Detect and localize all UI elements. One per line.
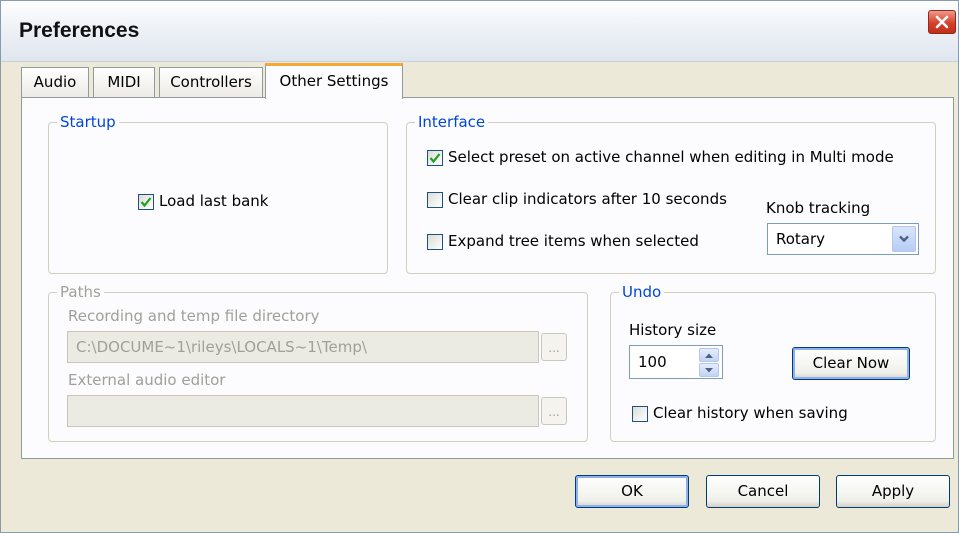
tab-midi[interactable]: MIDI xyxy=(93,67,155,97)
external-editor-browse-button[interactable]: ... xyxy=(541,397,567,425)
paths-legend: Paths xyxy=(57,282,104,302)
interface-legend: Interface xyxy=(415,112,489,132)
dropdown-button[interactable] xyxy=(892,226,916,252)
window-title: Preferences xyxy=(19,19,140,42)
chevron-down-icon xyxy=(899,235,909,243)
knob-tracking-value: Rotary xyxy=(776,230,826,248)
expand-tree-label[interactable]: Expand tree items when selected xyxy=(448,232,699,250)
history-size-decrement[interactable] xyxy=(699,363,719,377)
history-size-increment[interactable] xyxy=(699,348,719,362)
clear-now-button[interactable]: Clear Now xyxy=(792,347,910,380)
external-editor-input[interactable] xyxy=(67,395,539,427)
interface-group: Interface Select preset on active channe… xyxy=(406,112,936,274)
paths-group: Paths Recording and temp file directory … xyxy=(48,282,588,442)
undo-legend: Undo xyxy=(619,282,665,302)
tab-other-settings[interactable]: Other Settings xyxy=(265,63,403,99)
tab-audio[interactable]: Audio xyxy=(21,67,89,97)
select-preset-label[interactable]: Select preset on active channel when edi… xyxy=(448,148,894,166)
close-icon xyxy=(935,15,949,29)
load-last-bank-label[interactable]: Load last bank xyxy=(159,192,268,210)
close-button[interactable] xyxy=(928,10,956,34)
title-bar[interactable]: Preferences xyxy=(1,1,958,62)
startup-legend: Startup xyxy=(57,112,119,132)
preferences-dialog: Preferences Audio MIDI Controllers Other… xyxy=(0,0,959,533)
clear-history-label[interactable]: Clear history when saving xyxy=(653,404,848,422)
history-size-value: 100 xyxy=(638,353,667,371)
recording-dir-input[interactable]: C:\DOCUME~1\rileys\LOCALS~1\Temp\ xyxy=(67,331,539,363)
tab-controllers[interactable]: Controllers xyxy=(159,67,263,97)
knob-tracking-select[interactable]: Rotary xyxy=(767,223,919,255)
clear-clip-label[interactable]: Clear clip indicators after 10 seconds xyxy=(448,190,727,208)
checkmark-icon xyxy=(429,153,441,164)
cancel-button[interactable]: Cancel xyxy=(706,475,820,508)
load-last-bank-checkbox[interactable] xyxy=(138,194,154,210)
knob-tracking-label: Knob tracking xyxy=(766,199,871,217)
recording-dir-label: Recording and temp file directory xyxy=(68,307,320,325)
other-settings-panel: Startup Load last bank Interface Select … xyxy=(21,97,954,459)
clear-history-checkbox[interactable] xyxy=(632,406,648,422)
arrow-up-icon xyxy=(705,353,713,358)
history-size-label: History size xyxy=(629,321,717,339)
recording-dir-browse-button[interactable]: ... xyxy=(541,333,567,361)
undo-group: Undo History size 100 Clear Now Clear hi… xyxy=(610,282,936,442)
startup-group: Startup Load last bank xyxy=(48,112,388,274)
recording-dir-value: C:\DOCUME~1\rileys\LOCALS~1\Temp\ xyxy=(76,338,367,356)
ok-button[interactable]: OK xyxy=(575,475,689,508)
apply-button[interactable]: Apply xyxy=(836,475,950,508)
expand-tree-checkbox[interactable] xyxy=(427,234,443,250)
clear-clip-checkbox[interactable] xyxy=(427,192,443,208)
arrow-down-icon xyxy=(705,367,713,372)
checkmark-icon xyxy=(140,197,152,208)
select-preset-checkbox[interactable] xyxy=(427,150,443,166)
external-editor-label: External audio editor xyxy=(68,371,226,389)
